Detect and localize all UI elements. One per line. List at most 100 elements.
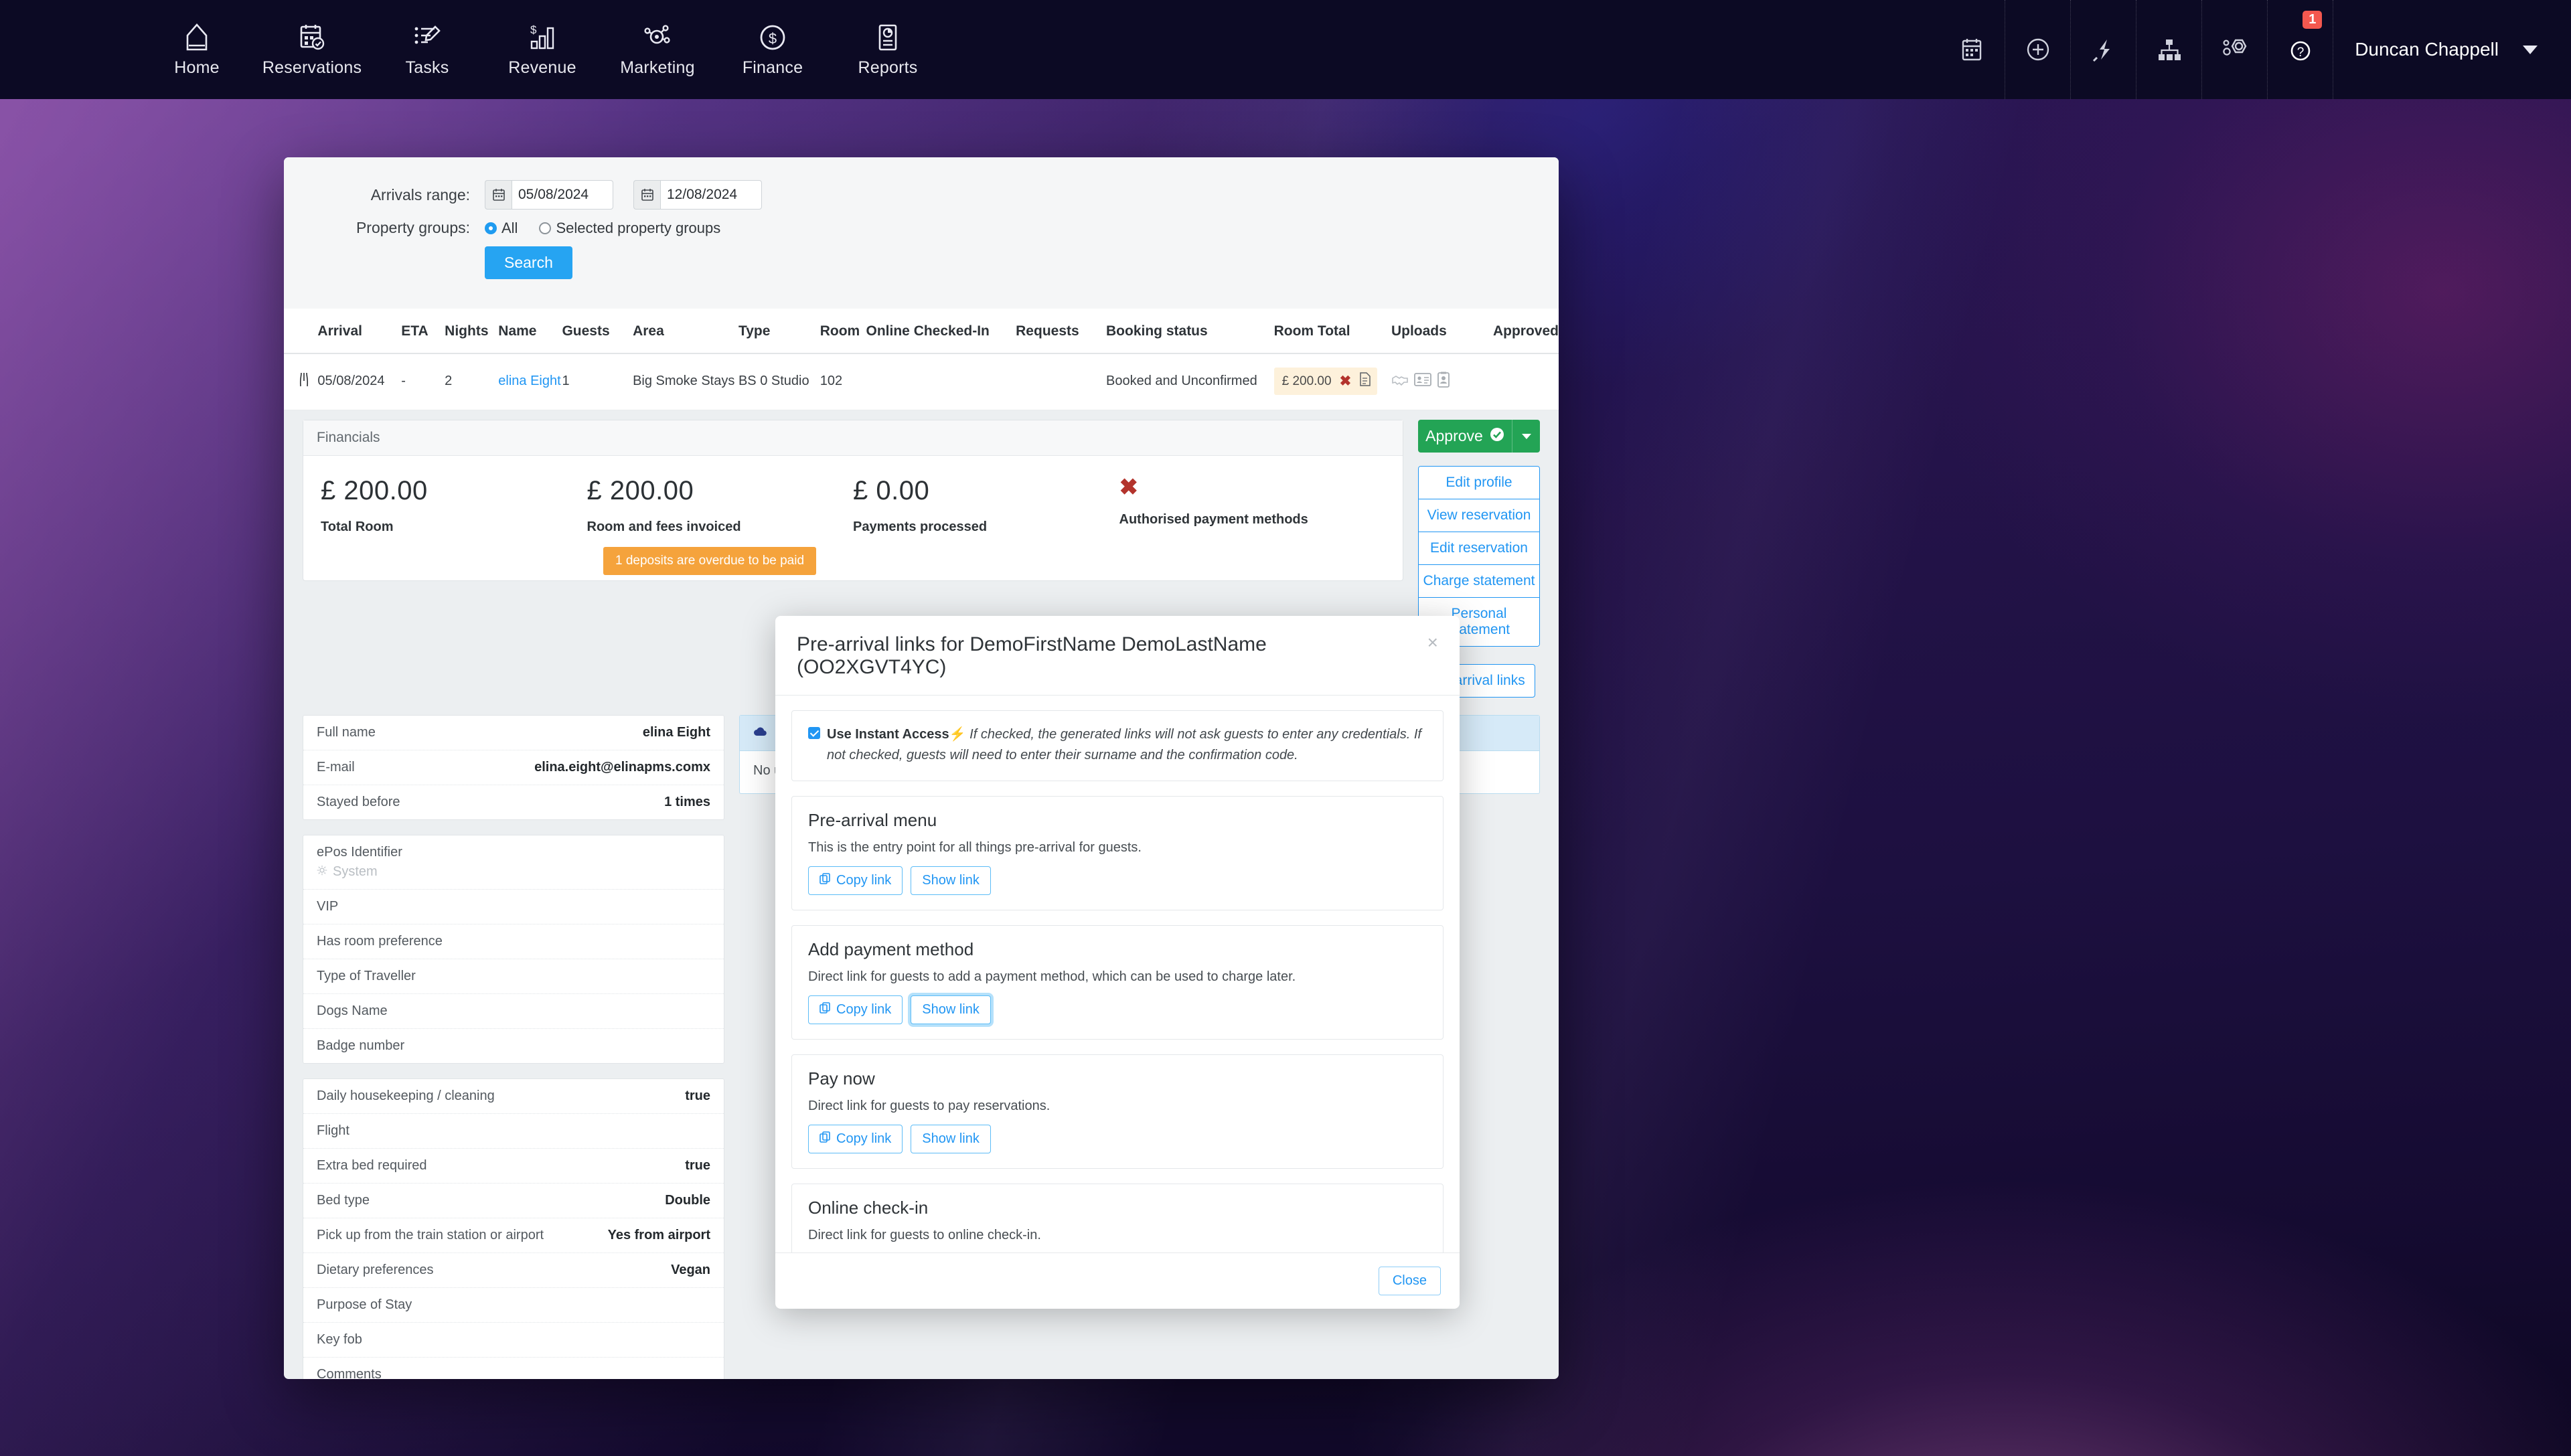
radio-selected-groups-label: Selected property groups — [556, 219, 721, 236]
kv-epos-identifier: ePos Identifier System — [303, 835, 724, 890]
calendar-picker-icon-from[interactable] — [485, 180, 512, 210]
nav-item-finance[interactable]: $ Finance — [715, 0, 830, 99]
sitemap-icon[interactable] — [2136, 0, 2201, 99]
user-menu[interactable]: Duncan Chappell — [2333, 0, 2570, 99]
charge-statement-button[interactable]: Charge statement — [1419, 565, 1539, 598]
approve-button[interactable]: Approve — [1418, 420, 1540, 453]
uploads-icon-group — [1391, 372, 1493, 392]
nav-item-marketing[interactable]: Marketing — [600, 0, 715, 99]
modal-close-button[interactable]: Close — [1378, 1267, 1441, 1295]
th-online-checked-in[interactable]: Online Checked-In — [866, 309, 1016, 354]
guest-name-link[interactable]: elina Eight — [498, 374, 560, 388]
cross-mark-icon: ✖ — [1119, 475, 1139, 500]
nav-label: Revenue — [508, 58, 576, 77]
th-booking-status[interactable]: Booking status — [1106, 309, 1274, 354]
plug-icon[interactable] — [2070, 0, 2136, 99]
th-eta[interactable]: ETA — [401, 309, 445, 354]
kv-badge-number: Badge number — [303, 1029, 724, 1063]
property-groups-label: Property groups: — [356, 219, 470, 236]
date-to-input[interactable] — [660, 180, 762, 210]
approve-label: Approve — [1425, 427, 1483, 444]
help-question-icon[interactable]: 1 ? — [2267, 0, 2333, 99]
cell-requests — [1016, 353, 1107, 410]
financial-total-room: £ 200.00 Total Room — [321, 476, 587, 563]
payments-label: Payments processed — [853, 519, 988, 534]
kv-key: Has room preference — [317, 934, 443, 949]
show-link-button-add-payment-method[interactable]: Show link — [911, 995, 991, 1024]
nav-item-tasks[interactable]: Tasks — [370, 0, 485, 99]
authorised-methods-label: Authorised payment methods — [1119, 512, 1308, 527]
copy-link-button-pay-now[interactable]: Copy link — [808, 1125, 903, 1153]
chevron-down-icon — [1521, 433, 1531, 439]
close-icon[interactable]: × — [1419, 633, 1438, 652]
kv-key: ePos Identifier — [317, 845, 402, 860]
cloud-upload-icon — [753, 725, 768, 741]
search-button-row: Search — [284, 246, 1559, 279]
reports-document-icon — [875, 21, 901, 52]
svg-text:?: ? — [2296, 46, 2304, 60]
calendar-picker-icon-to[interactable] — [633, 180, 660, 210]
show-link-button-pre-arrival-menu[interactable]: Show link — [911, 866, 991, 895]
kv-key: Type of Traveller — [317, 969, 416, 983]
plus-circle-icon[interactable] — [2005, 0, 2070, 99]
kv-key: Extra bed required — [317, 1158, 427, 1173]
use-instant-access-checkbox[interactable] — [808, 727, 820, 739]
dollar-circle-icon: $ — [759, 21, 787, 52]
table-body: 05/08/2024 - 2 elina Eight 1 Big Smoke S… — [284, 353, 1559, 410]
edit-profile-button[interactable]: Edit profile — [1419, 467, 1539, 499]
edit-reservation-button[interactable]: Edit reservation — [1419, 532, 1539, 565]
nav-label: Reports — [858, 58, 918, 77]
passport-icon[interactable] — [1437, 372, 1450, 392]
modal-footer: Close — [775, 1252, 1460, 1309]
view-reservation-button[interactable]: View reservation — [1419, 499, 1539, 532]
date-from-input[interactable] — [512, 180, 613, 210]
th-room[interactable]: Room — [820, 309, 866, 354]
search-filter-bar: Arrivals range: Property groups: All — [284, 157, 1559, 309]
nav-item-reservations[interactable]: Reservations — [254, 0, 370, 99]
nav-item-reports[interactable]: Reports — [830, 0, 945, 99]
section-buttons: Copy link Show link — [808, 1125, 1427, 1153]
nav-item-home[interactable]: Home — [139, 0, 254, 99]
nav-label: Tasks — [405, 58, 449, 77]
section-description: This is the entry point for all things p… — [808, 840, 1142, 855]
table-header-row: Arrival ETA Nights Name Guests Area Type… — [284, 309, 1559, 354]
guest-id-card-icon[interactable] — [1414, 372, 1431, 391]
cell-type: BS 0 Studio — [738, 353, 820, 410]
th-requests[interactable]: Requests — [1016, 309, 1107, 354]
th-nights[interactable]: Nights — [445, 309, 499, 354]
kv-type-of-traveller: Type of Traveller — [303, 959, 724, 994]
th-approved[interactable]: Approved — [1492, 309, 1559, 354]
th-room-total[interactable]: Room Total — [1273, 309, 1391, 354]
th-name[interactable]: Name — [498, 309, 562, 354]
table-row[interactable]: 05/08/2024 - 2 elina Eight 1 Big Smoke S… — [284, 353, 1559, 410]
kv-value: Vegan — [671, 1263, 710, 1277]
kv-purpose-of-stay: Purpose of Stay — [303, 1288, 724, 1323]
handshake-icon[interactable] — [1391, 372, 1409, 391]
th-uploads[interactable]: Uploads — [1391, 309, 1493, 354]
th-guests[interactable]: Guests — [562, 309, 633, 354]
calendar-icon[interactable] — [1939, 0, 2005, 99]
unpaid-x-icon: ✖ — [1339, 374, 1352, 389]
kv-daily-housekeeping: Daily housekeeping / cleaning true — [303, 1079, 724, 1114]
section-description: Direct link for guests to add a payment … — [808, 969, 1296, 984]
svg-text:$: $ — [530, 23, 537, 36]
radio-selected-groups[interactable] — [539, 222, 552, 234]
copy-link-button-pre-arrival-menu[interactable]: Copy link — [808, 866, 903, 895]
th-arrival[interactable]: Arrival — [317, 309, 402, 354]
kv-key: Badge number — [317, 1038, 405, 1053]
th-area[interactable]: Area — [633, 309, 738, 354]
show-link-button-pay-now[interactable]: Show link — [911, 1125, 991, 1153]
top-navigation-bar: Home Reservations Tasks $ Revenue Market… — [0, 0, 2571, 99]
nav-item-revenue[interactable]: $ Revenue — [485, 0, 600, 99]
copy-link-button-add-payment-method[interactable]: Copy link — [808, 995, 903, 1024]
kv-bed-type: Bed type Double — [303, 1184, 724, 1218]
th-type[interactable]: Type — [738, 309, 820, 354]
section-buttons: Copy link Show link — [808, 866, 1427, 895]
property-groups-radios: All Selected property groups — [485, 220, 720, 237]
radio-all[interactable] — [485, 222, 497, 234]
invoice-document-icon[interactable] — [1359, 372, 1371, 390]
approve-dropdown-toggle[interactable] — [1512, 420, 1540, 453]
integrations-icon[interactable] — [2201, 0, 2267, 99]
search-button[interactable]: Search — [485, 246, 572, 279]
section-pay-now: Pay now Direct link for guests to pay re… — [791, 1054, 1444, 1169]
